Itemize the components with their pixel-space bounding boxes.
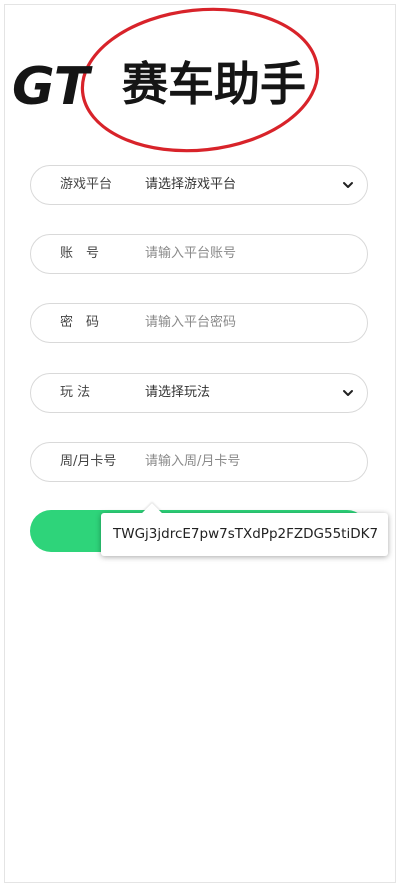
game-platform-value: 请选择游戏平台	[145, 177, 237, 192]
logo-text-cn: 赛车助手	[122, 57, 306, 111]
tooltip-text: TWGj3jdrcE7pw7sTXdPp2FZDG55tiDK7	[113, 526, 379, 542]
app-logo: GT 赛车助手	[8, 4, 390, 154]
play-mode-label: 玩 法	[60, 385, 91, 400]
logo-text-gt: GT	[12, 57, 93, 117]
password-input[interactable]: 密 码 请输入平台密码	[30, 303, 368, 343]
account-label: 账 号	[60, 246, 100, 261]
card-number-placeholder: 请输入周/月卡号	[145, 454, 241, 469]
chevron-down-icon	[343, 390, 353, 396]
password-label: 密 码	[60, 315, 100, 330]
password-placeholder: 请输入平台密码	[145, 315, 237, 330]
play-mode-select[interactable]: 玩 法 请选择玩法	[30, 373, 368, 413]
card-number-input[interactable]: 周/月卡号 请输入周/月卡号	[30, 442, 368, 482]
game-platform-select[interactable]: 游戏平台 请选择游戏平台	[30, 165, 368, 205]
tooltip-popup: TWGj3jdrcE7pw7sTXdPp2FZDG55tiDK7	[101, 503, 388, 556]
card-number-label: 周/月卡号	[60, 454, 117, 469]
logo-graphic: GT 赛车助手	[12, 7, 320, 153]
game-platform-label: 游戏平台	[60, 177, 113, 192]
account-input[interactable]: 账 号 请输入平台账号	[30, 234, 368, 274]
chevron-down-icon	[343, 182, 353, 188]
account-placeholder: 请输入平台账号	[145, 246, 237, 261]
play-mode-value: 请选择玩法	[145, 385, 211, 400]
